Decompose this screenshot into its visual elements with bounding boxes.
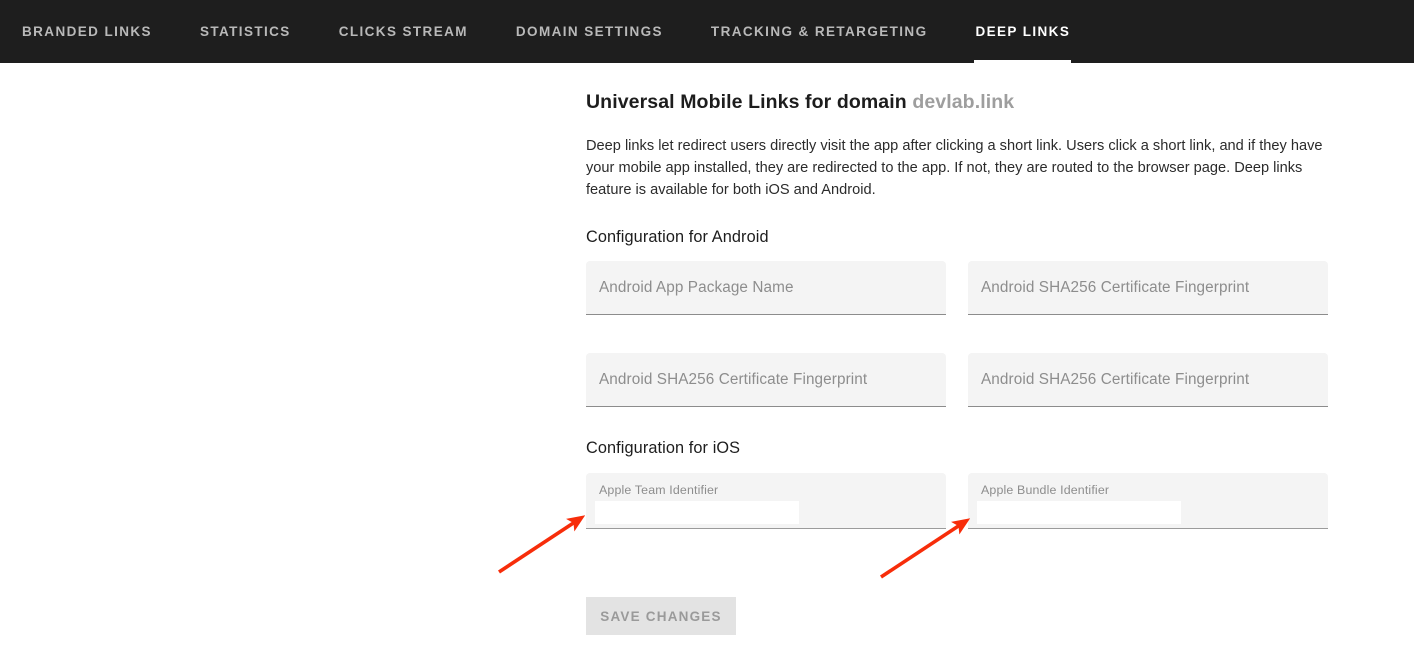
- nav-tab-label: CLICKS STREAM: [339, 24, 468, 39]
- top-navigation-bar: BRANDED LINKS STATISTICS CLICKS STREAM D…: [0, 0, 1414, 63]
- android-sha256-fingerprint-field-2[interactable]: Android SHA256 Certificate Fingerprint: [586, 353, 946, 407]
- page-description: Deep links let redirect users directly v…: [586, 135, 1326, 201]
- save-changes-button[interactable]: SAVE CHANGES: [586, 597, 736, 635]
- ios-fields-grid: Apple Team Identifier Apple Bundle Ident…: [586, 473, 1414, 529]
- nav-tab-deep-links[interactable]: DEEP LINKS: [951, 0, 1094, 63]
- android-section-title: Configuration for Android: [586, 228, 1414, 247]
- nav-tab-branded-links[interactable]: BRANDED LINKS: [22, 0, 176, 63]
- android-sha256-fingerprint-placeholder-1: Android SHA256 Certificate Fingerprint: [981, 279, 1249, 297]
- apple-team-identifier-field[interactable]: Apple Team Identifier: [586, 473, 946, 529]
- nav-tab-statistics[interactable]: STATISTICS: [176, 0, 315, 63]
- android-sha256-fingerprint-field-3[interactable]: Android SHA256 Certificate Fingerprint: [968, 353, 1328, 407]
- android-app-package-name-field[interactable]: Android App Package Name: [586, 261, 946, 315]
- apple-bundle-identifier-label: Apple Bundle Identifier: [981, 483, 1109, 497]
- apple-team-identifier-input[interactable]: [595, 501, 799, 524]
- android-sha256-fingerprint-placeholder-3: Android SHA256 Certificate Fingerprint: [981, 371, 1249, 389]
- deep-links-panel: Universal Mobile Links for domain devlab…: [0, 63, 1414, 635]
- nav-tab-clicks-stream[interactable]: CLICKS STREAM: [315, 0, 492, 63]
- page-title-domain: devlab.link: [912, 91, 1014, 113]
- nav-tab-domain-settings[interactable]: DOMAIN SETTINGS: [492, 0, 687, 63]
- nav-tab-tracking-and-retargeting[interactable]: TRACKING & RETARGETING: [687, 0, 952, 63]
- page-title-text: Universal Mobile Links for domain: [586, 91, 907, 113]
- apple-bundle-identifier-input[interactable]: [977, 501, 1181, 524]
- nav-tab-label: DEEP LINKS: [975, 24, 1070, 39]
- android-sha256-fingerprint-field-1[interactable]: Android SHA256 Certificate Fingerprint: [968, 261, 1328, 315]
- page-title: Universal Mobile Links for domain devlab…: [586, 91, 1414, 114]
- ios-section-title: Configuration for iOS: [586, 439, 1414, 458]
- nav-tab-label: STATISTICS: [200, 24, 291, 39]
- nav-tab-label: BRANDED LINKS: [22, 24, 152, 39]
- nav-tab-label: DOMAIN SETTINGS: [516, 24, 663, 39]
- android-app-package-name-placeholder: Android App Package Name: [599, 279, 794, 297]
- android-fields-grid: Android App Package Name Android SHA256 …: [586, 261, 1414, 407]
- android-sha256-fingerprint-placeholder-2: Android SHA256 Certificate Fingerprint: [599, 371, 867, 389]
- apple-bundle-identifier-field[interactable]: Apple Bundle Identifier: [968, 473, 1328, 529]
- nav-tab-label: TRACKING & RETARGETING: [711, 24, 928, 39]
- apple-team-identifier-label: Apple Team Identifier: [599, 483, 718, 497]
